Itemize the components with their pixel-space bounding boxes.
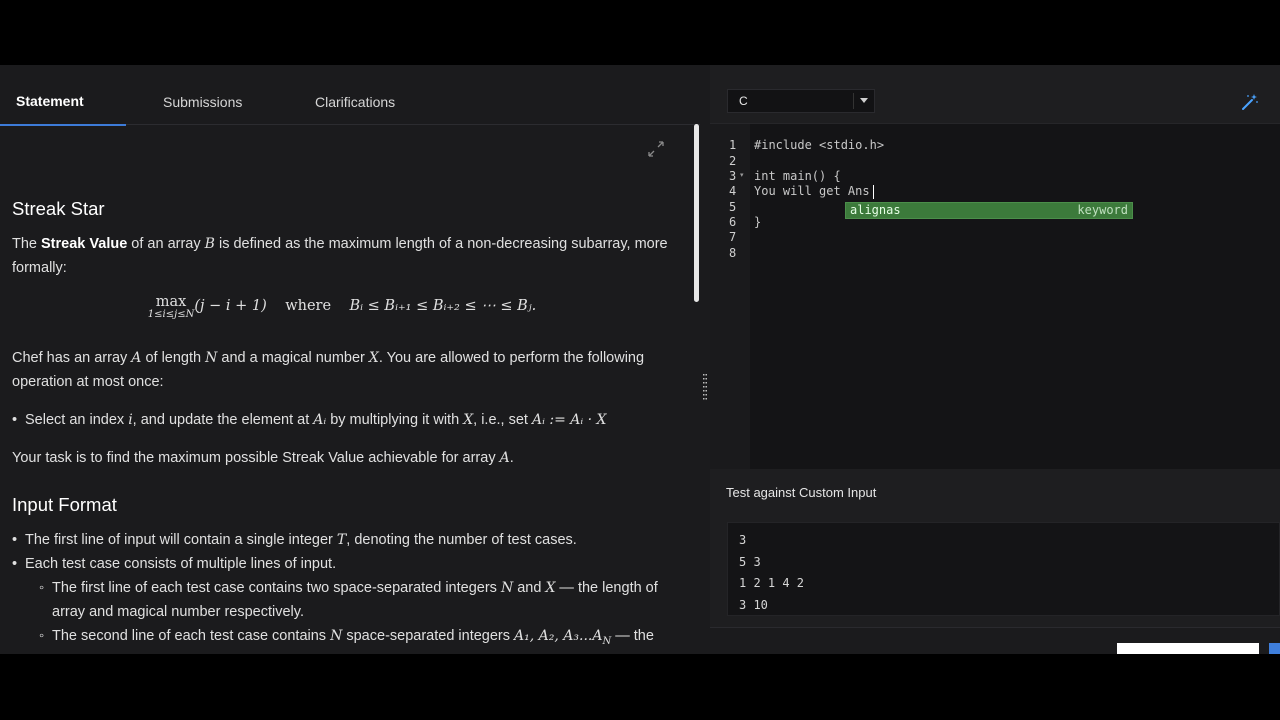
- list-item: Select an index i, and update the elemen…: [12, 408, 672, 432]
- action-bar: [710, 627, 1280, 654]
- code-line: int main() {: [754, 169, 841, 183]
- code-line: }: [754, 215, 762, 229]
- code-line: #include <stdio.h>: [754, 138, 885, 152]
- app-window: Statement Submissions Clarifications Str…: [0, 65, 1280, 654]
- custom-input-line: 3: [739, 533, 747, 547]
- formula-max-operator: max 1≤i≤j≤N: [147, 294, 195, 320]
- expand-icon[interactable]: [645, 140, 667, 162]
- custom-input-line: 1 2 1 4 2: [739, 576, 805, 590]
- code-text-area[interactable]: #include <stdio.h> int main() { You will…: [750, 124, 1280, 469]
- select-divider: [853, 93, 854, 109]
- paragraph-task: Your task is to find the maximum possibl…: [12, 450, 514, 466]
- code-editor[interactable]: 1 2 3 ▾ 4 5 6 7 8 #include <stdio.h> int…: [710, 123, 1280, 469]
- custom-input-line: 5 3: [739, 554, 761, 569]
- tab-statement[interactable]: Statement: [0, 80, 126, 126]
- formula-streak-value: max 1≤i≤j≤N (j − i + 1) where Bᵢ ≤ Bᵢ₊₁ ≤ …: [147, 294, 537, 320]
- problem-pane: Statement Submissions Clarifications Str…: [0, 65, 700, 654]
- line-number: 6: [729, 215, 737, 229]
- language-select-value: C: [739, 94, 748, 108]
- problem-title: Streak Star: [12, 198, 105, 219]
- code-pane: C 1 2 3 ▾ 4 5 6 7 8 #include <stdio.h> i…: [710, 65, 1280, 654]
- line-number: 2: [729, 153, 737, 168]
- magic-wand-icon[interactable]: [1241, 93, 1259, 111]
- paragraph-definition: The Streak Value of an array B is define…: [12, 236, 668, 276]
- input-format-heading: Input Format: [12, 494, 117, 515]
- autocomplete-kind: keyword: [1077, 203, 1128, 217]
- line-number-gutter: 1 2 3 ▾ 4 5 6 7 8: [710, 124, 750, 469]
- list-item: Each test case consists of multiple line…: [12, 552, 672, 654]
- custom-input-line: 3 10: [739, 597, 768, 612]
- problem-tabs: Statement Submissions Clarifications: [0, 80, 700, 126]
- tab-submissions[interactable]: Submissions: [163, 80, 242, 124]
- custom-input-title: Test against Custom Input: [726, 485, 877, 500]
- line-number: 5: [729, 199, 737, 214]
- custom-input-field[interactable]: 3 5 3 1 2 1 4 2 3 10: [727, 522, 1280, 616]
- chevron-down-icon[interactable]: [860, 98, 868, 103]
- submit-button[interactable]: [1269, 643, 1280, 654]
- problem-statement-area: Streak Star The Streak Value of an array…: [0, 126, 700, 654]
- pane-splitter[interactable]: [700, 65, 710, 654]
- drag-handle-icon[interactable]: [703, 373, 707, 403]
- run-button[interactable]: [1117, 643, 1259, 654]
- operation-list: Select an index i, and update the elemen…: [12, 408, 672, 432]
- fold-arrow-icon[interactable]: ▾: [740, 168, 744, 183]
- list-item: The first line of each test case contain…: [39, 576, 672, 624]
- line-number: 4: [729, 184, 737, 198]
- input-format-sublist: The first line of each test case contain…: [39, 576, 672, 654]
- line-number: 7: [729, 230, 737, 244]
- autocomplete-word: alignas: [850, 203, 901, 217]
- problem-statement: Streak Star The Streak Value of an array…: [12, 196, 672, 654]
- language-select[interactable]: C: [727, 89, 875, 113]
- line-number: 8: [729, 245, 737, 260]
- list-item: The first line of input will contain a s…: [12, 528, 672, 552]
- input-format-list: The first line of input will contain a s…: [12, 528, 672, 654]
- code-line: You will get Ans: [754, 184, 870, 198]
- list-item: The second line of each test case contai…: [39, 624, 672, 654]
- tab-clarifications[interactable]: Clarifications: [315, 80, 395, 124]
- statement-scrollbar[interactable]: [694, 124, 699, 302]
- text-cursor: [873, 185, 874, 199]
- line-number: 1: [729, 138, 737, 152]
- autocomplete-suggestion[interactable]: alignas keyword: [845, 202, 1133, 219]
- paragraph-chef: Chef has an array A of length N and a ma…: [12, 350, 645, 390]
